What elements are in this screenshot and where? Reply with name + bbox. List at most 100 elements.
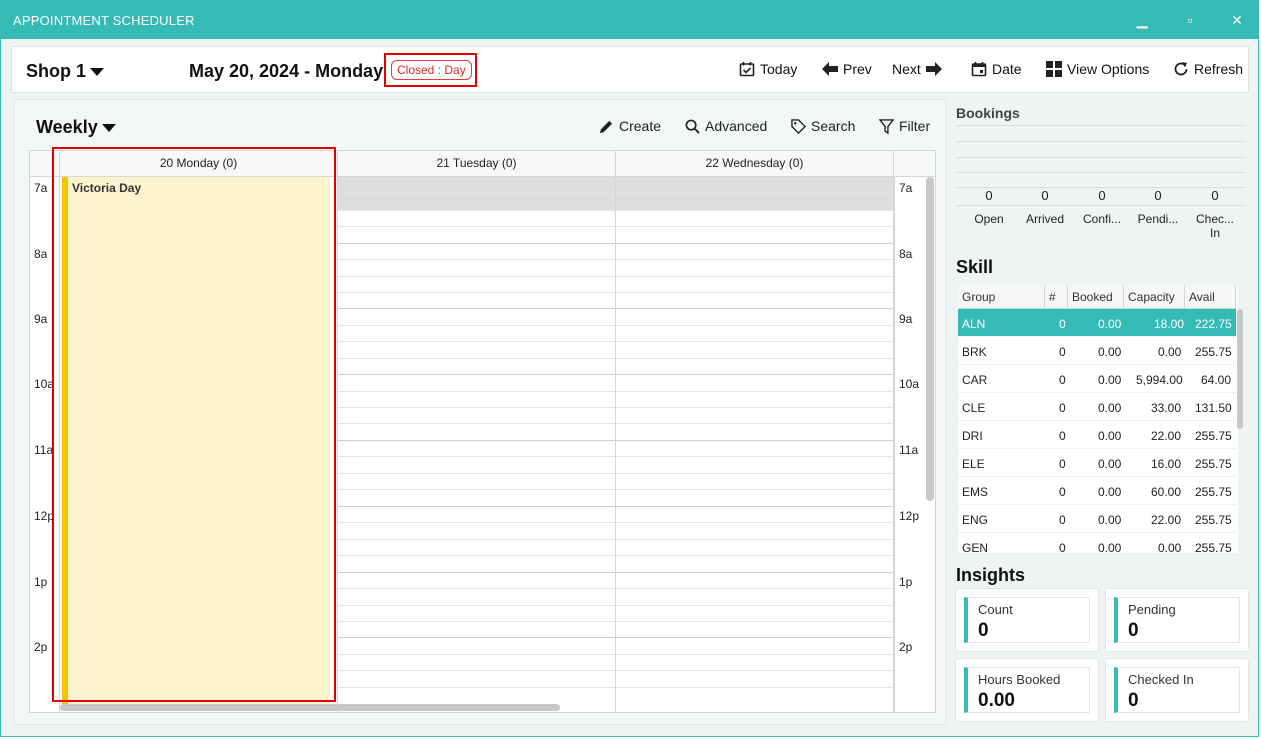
closed-status-badge: Closed : Day bbox=[391, 60, 472, 80]
insight-value: 0 bbox=[978, 620, 989, 641]
column-header-booked[interactable]: Booked bbox=[1068, 285, 1124, 309]
closed-highlight: Closed : Day bbox=[384, 53, 477, 87]
title-bar: APPOINTMENT SCHEDULER ▁ ▫ ✕ bbox=[1, 1, 1258, 39]
table-row[interactable]: ELE 0 0.00 16.00 255.75 bbox=[958, 449, 1236, 477]
table-row[interactable]: GEN 0 0.00 0.00 255.75 bbox=[958, 533, 1236, 553]
calendar-panel: Weekly Create Advanced Search Filter 20 … bbox=[13, 99, 947, 725]
maximize-icon[interactable]: ▫ bbox=[1180, 11, 1200, 29]
insight-card-count: Count 0 bbox=[955, 588, 1099, 652]
column-header-capacity[interactable]: Capacity bbox=[1124, 285, 1185, 309]
filter-button[interactable]: Filter bbox=[879, 118, 930, 134]
bookings-title: Bookings bbox=[956, 105, 1020, 121]
table-row[interactable]: CLE 0 0.00 33.00 131.50 bbox=[958, 393, 1236, 421]
minimize-icon[interactable]: ▁ bbox=[1132, 11, 1152, 29]
advanced-label: Advanced bbox=[705, 118, 768, 134]
today-button[interactable]: Today bbox=[739, 61, 797, 77]
booking-count-pending: 0 bbox=[1154, 188, 1162, 203]
insight-label: Checked In bbox=[1128, 672, 1194, 687]
day-header-monday[interactable]: 20 Monday (0) bbox=[60, 151, 338, 177]
create-button[interactable]: Create bbox=[599, 118, 661, 134]
table-row[interactable]: ENG 0 0.00 22.00 255.75 bbox=[958, 505, 1236, 533]
booking-count-arrived: 0 bbox=[1041, 188, 1049, 203]
view-selector[interactable]: Weekly bbox=[36, 117, 116, 138]
time-label: 9a bbox=[34, 312, 48, 326]
column-header-count[interactable]: # bbox=[1045, 285, 1068, 309]
arrow-right-icon bbox=[925, 62, 942, 76]
time-label: 7a bbox=[899, 181, 913, 195]
booking-label-pending: Pendi... bbox=[1137, 212, 1179, 226]
refresh-icon bbox=[1174, 62, 1188, 76]
booking-count-confirmed: 0 bbox=[1098, 188, 1106, 203]
booking-label-open: Open bbox=[974, 212, 1004, 226]
insight-card-pending: Pending 0 bbox=[1105, 588, 1249, 652]
booking-count-checked-in: 0 bbox=[1211, 188, 1219, 203]
refresh-button[interactable]: Refresh bbox=[1173, 61, 1243, 77]
time-label: 11a bbox=[34, 443, 54, 457]
table-row[interactable]: ALN 0 0.00 18.00 222.75 bbox=[958, 309, 1236, 337]
chevron-down-icon bbox=[101, 124, 116, 133]
insight-label: Hours Booked bbox=[978, 672, 1061, 687]
day-column-tuesday[interactable] bbox=[338, 177, 616, 712]
view-options-label: View Options bbox=[1067, 61, 1150, 77]
filter-icon bbox=[879, 118, 894, 134]
next-label: Next bbox=[892, 61, 921, 77]
next-button[interactable]: Next bbox=[892, 61, 942, 77]
calendar-check-icon bbox=[739, 62, 755, 77]
time-label: 8a bbox=[899, 247, 913, 261]
insight-card-checked-in: Checked In 0 bbox=[1105, 658, 1249, 722]
booking-label-arrived: Arrived bbox=[1025, 212, 1064, 226]
grid-icon bbox=[1046, 61, 1062, 77]
time-column-left: 7a 8a 9a 10a 11a 12p 1p 2p bbox=[30, 177, 60, 712]
day-header-tuesday[interactable]: 21 Tuesday (0) bbox=[338, 151, 616, 177]
holiday-event[interactable]: Victoria Day bbox=[62, 177, 330, 705]
day-header-wednesday[interactable]: 22 Wednesday (0) bbox=[616, 151, 894, 177]
filter-label: Filter bbox=[899, 118, 931, 134]
column-header-avail[interactable]: Avail bbox=[1185, 285, 1236, 309]
day-column-wednesday[interactable] bbox=[616, 177, 894, 712]
top-toolbar: Shop 1 May 20, 2024 - Monday Closed : Da… bbox=[11, 46, 1249, 93]
time-label: 2p bbox=[899, 640, 913, 654]
time-label: 1p bbox=[34, 575, 48, 589]
vertical-scrollbar[interactable] bbox=[926, 177, 934, 501]
arrow-left-icon bbox=[822, 62, 838, 76]
shop-selector[interactable]: Shop 1 bbox=[26, 61, 105, 82]
skill-table: Group # Booked Capacity Avail ALN 0 0.00… bbox=[958, 285, 1238, 553]
search-button[interactable]: Search bbox=[791, 118, 855, 134]
table-row[interactable]: BRK 0 0.00 0.00 255.75 bbox=[958, 337, 1236, 365]
insight-value: 0 bbox=[1128, 690, 1139, 711]
time-label: 2p bbox=[34, 640, 48, 654]
table-row[interactable]: CAR 0 0.00 5,994.00 64.00 bbox=[958, 365, 1236, 393]
today-label: Today bbox=[760, 61, 798, 77]
horizontal-scrollbar[interactable] bbox=[60, 704, 560, 711]
date-button[interactable]: Date bbox=[971, 61, 1022, 77]
insight-card-hours-booked: Hours Booked 0.00 bbox=[955, 658, 1099, 722]
pencil-icon bbox=[599, 120, 613, 133]
calendar-grid: 20 Monday (0) 21 Tuesday (0) 22 Wednesda… bbox=[29, 150, 936, 713]
booking-label-confirmed: Confi... bbox=[1082, 212, 1121, 226]
time-header-right bbox=[894, 151, 935, 177]
booking-count-open: 0 bbox=[985, 188, 993, 203]
table-row[interactable]: EMS 0 0.00 60.00 255.75 bbox=[958, 477, 1236, 505]
prev-label: Prev bbox=[843, 61, 872, 77]
column-header-group[interactable]: Group bbox=[958, 285, 1045, 309]
skill-title: Skill bbox=[956, 257, 994, 277]
time-label: 12p bbox=[34, 509, 55, 523]
time-label: 11a bbox=[899, 443, 919, 457]
advanced-button[interactable]: Advanced bbox=[685, 118, 767, 134]
prev-button[interactable]: Prev bbox=[822, 61, 872, 77]
close-icon[interactable]: ✕ bbox=[1227, 11, 1247, 29]
shop-label: Shop 1 bbox=[26, 61, 87, 81]
view-options-button[interactable]: View Options bbox=[1046, 61, 1149, 77]
holiday-label: Victoria Day bbox=[72, 181, 142, 195]
time-label: 10a bbox=[34, 377, 55, 391]
time-label: 9a bbox=[899, 312, 913, 326]
app-window: APPOINTMENT SCHEDULER ▁ ▫ ✕ Shop 1 May 2… bbox=[0, 0, 1259, 737]
search-label: Search bbox=[811, 118, 856, 134]
day-column-monday[interactable]: Victoria Day bbox=[60, 177, 338, 712]
skill-scrollbar[interactable] bbox=[1237, 309, 1243, 429]
table-row[interactable]: DRI 0 0.00 22.00 255.75 bbox=[958, 421, 1236, 449]
time-label: 8a bbox=[34, 247, 48, 261]
date-label: Date bbox=[992, 61, 1022, 77]
tag-icon bbox=[791, 118, 806, 134]
insights-title: Insights bbox=[956, 565, 1026, 585]
